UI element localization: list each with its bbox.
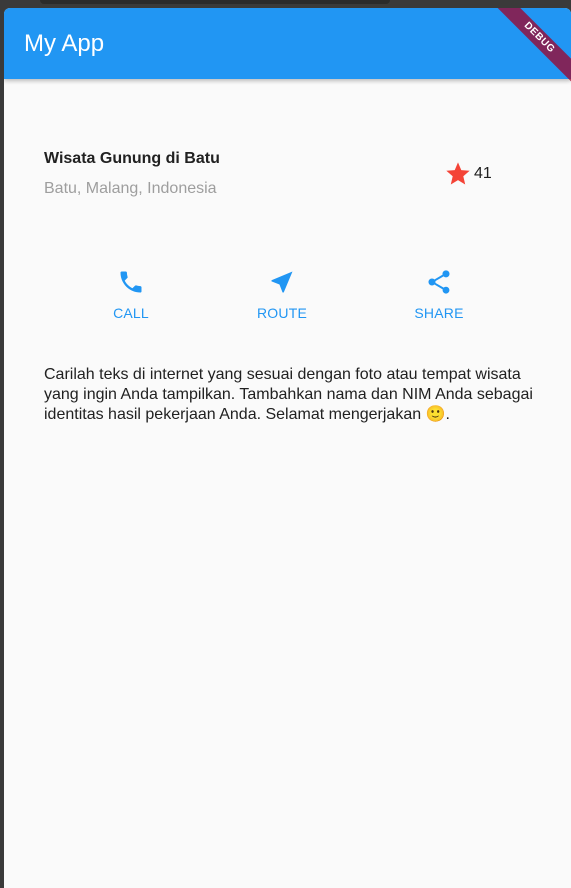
share-icon (425, 268, 453, 296)
share-button-label: SHARE (414, 305, 464, 321)
window-top-strip (0, 0, 571, 8)
place-title: Wisata Gunung di Batu (44, 150, 220, 167)
app-bar: My App DEBUG (4, 8, 571, 87)
phone-icon (117, 268, 145, 296)
share-button[interactable]: SHARE (389, 268, 489, 332)
star-icon (444, 160, 472, 188)
description-text: Carilah teks di internet yang sesuai den… (44, 366, 533, 423)
rating-count: 41 (474, 165, 492, 182)
call-button[interactable]: CALL (81, 268, 181, 332)
call-button-label: CALL (113, 305, 149, 321)
route-button[interactable]: ROUTE (232, 268, 332, 332)
title-section: Wisata Gunung di Batu Batu, Malang, Indo… (44, 147, 494, 207)
rating: 41 (444, 160, 492, 188)
navigation-icon (268, 268, 296, 296)
app-bar-title: My App (24, 30, 105, 57)
app-window: My App DEBUG Wisata Gunung di Batu Batu,… (4, 8, 571, 888)
debug-banner-label: DEBUG (490, 8, 571, 87)
button-section: CALL ROUTE SHARE (4, 268, 571, 338)
debug-banner: DEBUG (481, 8, 571, 98)
place-location: Batu, Malang, Indonesia (44, 180, 217, 197)
route-button-label: ROUTE (257, 305, 307, 321)
window-tab-shadow (40, 0, 390, 4)
